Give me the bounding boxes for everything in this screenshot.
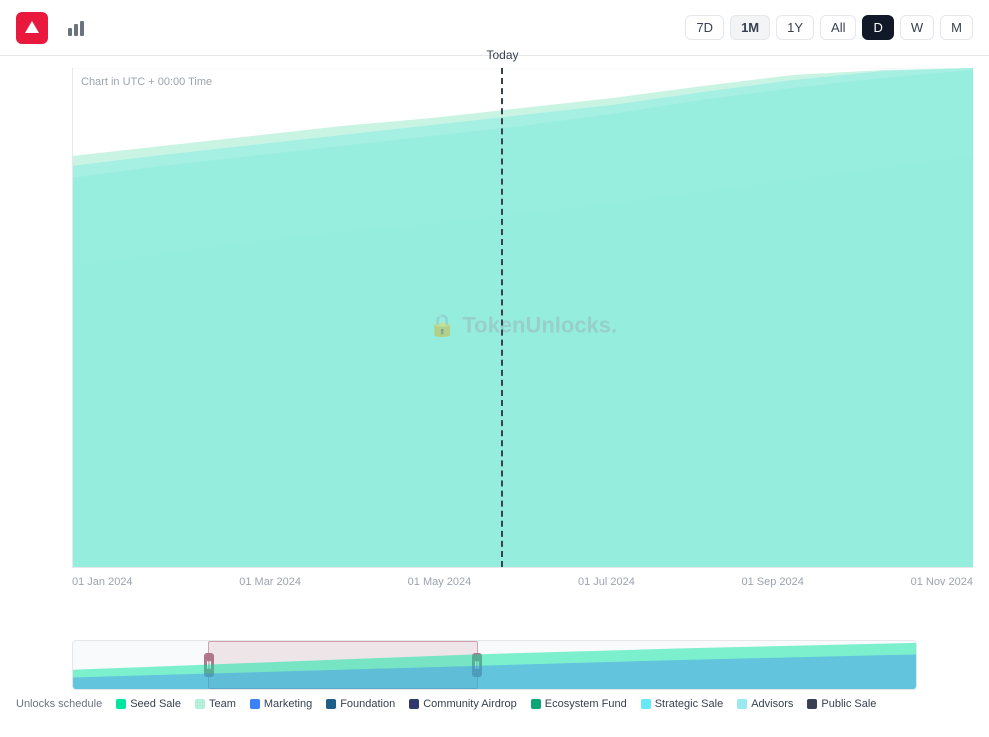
x-label-1: 01 Mar 2024: [239, 576, 301, 588]
chart-container: 1.00b 800m 600m 400m 200m 0 Chart in UTC…: [0, 56, 989, 636]
chart-title: Chart in UTC + 00:00 Time: [81, 76, 212, 88]
legend-ecosystem-fund: Ecosystem Fund: [531, 698, 627, 710]
legend-dot-foundation: [326, 699, 336, 709]
x-axis-labels: 01 Jan 2024 01 Mar 2024 01 May 2024 01 J…: [72, 572, 973, 588]
legend-title: Unlocks schedule: [16, 698, 102, 710]
legend-dot-team: [195, 699, 205, 709]
legend-seed-sale: Seed Sale: [116, 698, 181, 710]
legend-dot-advisors: [737, 699, 747, 709]
legend-dot-public-sale: [807, 699, 817, 709]
svg-text:🔒 TokenUnlocks.: 🔒 TokenUnlocks.: [429, 312, 617, 337]
x-label-3: 01 Jul 2024: [578, 576, 635, 588]
x-label-4: 01 Sep 2024: [742, 576, 804, 588]
legend-strategic-sale: Strategic Sale: [641, 698, 723, 710]
legend-foundation: Foundation: [326, 698, 395, 710]
legend-public-sale: Public Sale: [807, 698, 876, 710]
x-label-2: 01 May 2024: [408, 576, 472, 588]
legend-dot-strategic-sale: [641, 699, 651, 709]
legend-label-team: Team: [209, 698, 236, 710]
legend: Unlocks schedule Seed Sale Team Marketin…: [0, 690, 989, 718]
legend-label-marketing: Marketing: [264, 698, 312, 710]
btn-1y[interactable]: 1Y: [776, 15, 814, 40]
legend-team: Team: [195, 698, 236, 710]
minimap[interactable]: [72, 640, 917, 690]
legend-label-ecosystem-fund: Ecosystem Fund: [545, 698, 627, 710]
chart-svg: 🔒 TokenUnlocks.: [73, 68, 973, 567]
today-label: Today: [487, 48, 519, 62]
top-bar-left: [16, 12, 92, 44]
x-label-5: 01 Nov 2024: [911, 576, 973, 588]
btn-all[interactable]: All: [820, 15, 856, 40]
legend-marketing: Marketing: [250, 698, 312, 710]
btn-m[interactable]: M: [940, 15, 973, 40]
btn-7d[interactable]: 7D: [685, 15, 724, 40]
btn-1m[interactable]: 1M: [730, 15, 770, 40]
legend-label-advisors: Advisors: [751, 698, 793, 710]
legend-label-community-airdrop: Community Airdrop: [423, 698, 517, 710]
chart-area: Chart in UTC + 00:00 Time Today: [72, 68, 973, 568]
btn-d[interactable]: D: [862, 15, 893, 40]
legend-dot-ecosystem-fund: [531, 699, 541, 709]
legend-dot-community-airdrop: [409, 699, 419, 709]
x-label-0: 01 Jan 2024: [72, 576, 133, 588]
logo-icon[interactable]: [16, 12, 48, 44]
bar-chart-icon[interactable]: [60, 12, 92, 44]
legend-label-strategic-sale: Strategic Sale: [655, 698, 723, 710]
btn-w[interactable]: W: [900, 15, 934, 40]
legend-label-foundation: Foundation: [340, 698, 395, 710]
today-line: Today: [501, 68, 503, 567]
legend-dot-marketing: [250, 699, 260, 709]
legend-dot-seed-sale: [116, 699, 126, 709]
legend-community-airdrop: Community Airdrop: [409, 698, 517, 710]
legend-label-seed-sale: Seed Sale: [130, 698, 181, 710]
time-controls: 7D 1M 1Y All D W M: [685, 15, 973, 40]
legend-label-public-sale: Public Sale: [821, 698, 876, 710]
legend-advisors: Advisors: [737, 698, 793, 710]
